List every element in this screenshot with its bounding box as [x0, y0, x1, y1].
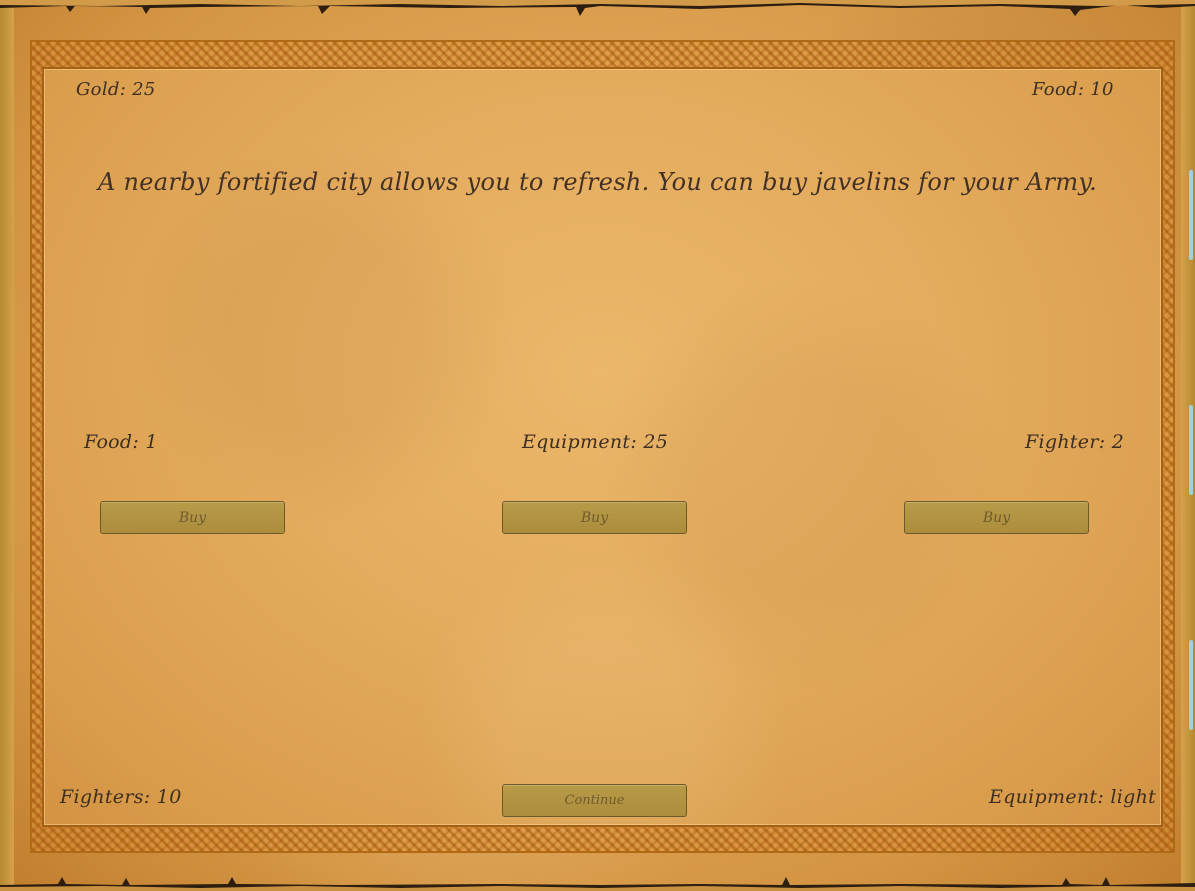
- buy-fighter-button[interactable]: Buy: [904, 501, 1089, 534]
- continue-button[interactable]: Continue: [502, 784, 687, 817]
- event-message: A nearby fortified city allows you to re…: [97, 168, 1098, 196]
- right-accent-bar: [1189, 640, 1193, 730]
- left-edge: [0, 0, 14, 891]
- torn-edge-top: [0, 0, 1195, 16]
- fighters-counter: Fighters: 10: [60, 786, 182, 808]
- buy-equipment-button[interactable]: Buy: [502, 501, 687, 534]
- right-accent-bar: [1189, 405, 1193, 495]
- shop-item-food-price: Food: 1: [84, 431, 158, 453]
- buy-food-button[interactable]: Buy: [100, 501, 285, 534]
- shop-item-equipment-price: Equipment: 25: [522, 431, 669, 453]
- equipment-status: Equipment: light: [989, 786, 1157, 808]
- torn-edge-bottom: [0, 877, 1195, 891]
- gold-counter: Gold: 25: [76, 79, 156, 100]
- food-counter: Food: 10: [1032, 79, 1114, 100]
- parchment-screen: Gold: 25 Food: 10 A nearby fortified cit…: [0, 0, 1195, 891]
- shop-item-fighter-price: Fighter: 2: [1025, 431, 1125, 453]
